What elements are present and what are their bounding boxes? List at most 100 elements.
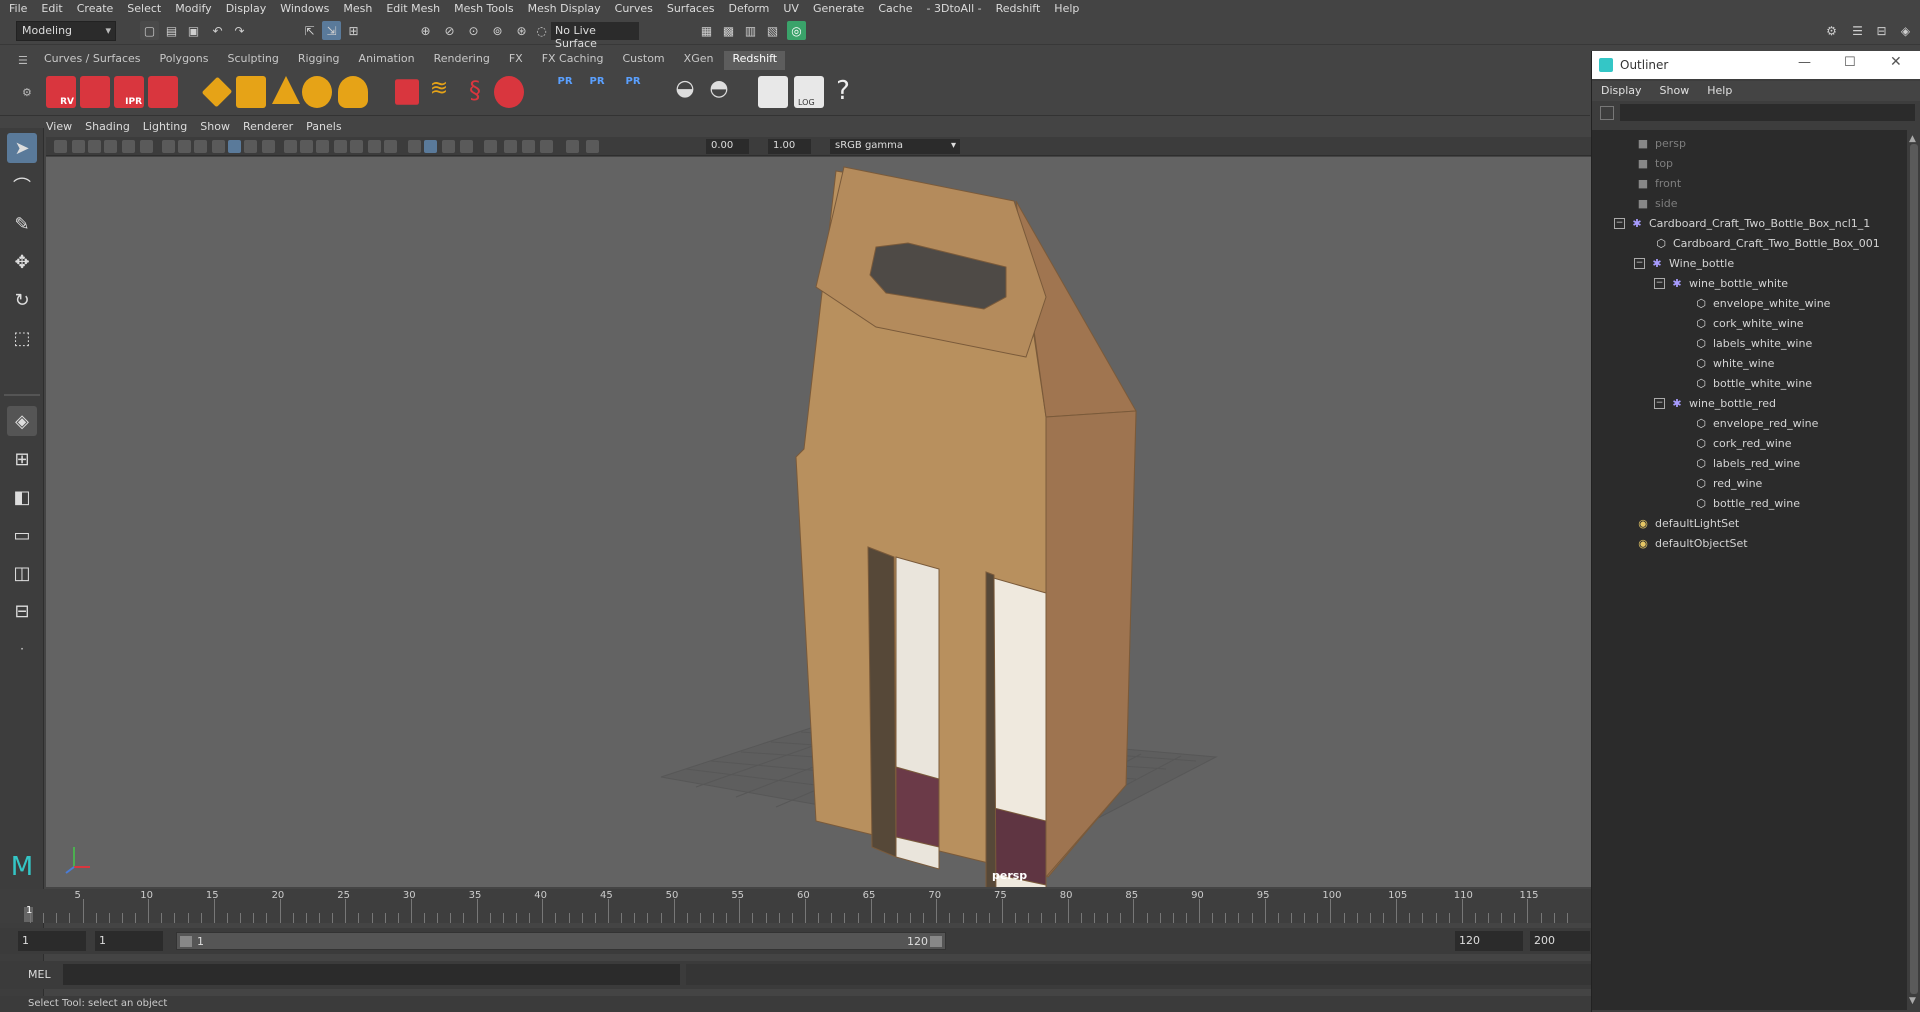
menu-modify[interactable]: Modify — [175, 2, 211, 15]
maximize-icon[interactable]: ☐ — [1844, 55, 1856, 70]
menu-edit[interactable]: Edit — [41, 2, 62, 15]
hypershade-layout-icon[interactable]: ⊟ — [7, 596, 37, 626]
render-settings-icon[interactable]: ▧ — [763, 21, 782, 40]
panel-tool-icon-3[interactable] — [88, 140, 101, 153]
menu-deform[interactable]: Deform — [728, 2, 769, 15]
scroll-down-icon[interactable]: ▼ — [1909, 996, 1916, 1006]
shelf-tab-fx[interactable]: FX — [501, 51, 531, 70]
outliner-scrollbar[interactable]: ▲ ▼ — [1907, 130, 1920, 1010]
panel-menu-renderer[interactable]: Renderer — [243, 120, 293, 136]
outliner-item-red-wine[interactable]: ⬡ red_wine — [1694, 474, 1762, 492]
log-icon[interactable]: LOG — [794, 76, 824, 108]
outliner-menu-display[interactable]: Display — [1601, 81, 1642, 101]
shelf-tab-polygons[interactable]: Polygons — [152, 51, 217, 70]
panel-menu-show[interactable]: Show — [200, 120, 230, 136]
panel-tool-icon-6[interactable] — [140, 140, 153, 153]
outliner-item-envelope-white-wine[interactable]: ⬡ envelope_white_wine — [1694, 294, 1830, 312]
attribute-editor-icon[interactable]: ⊟ — [1872, 21, 1891, 40]
collapse-icon[interactable]: − — [1634, 257, 1645, 269]
panel-tool-icon-19[interactable] — [368, 140, 381, 153]
panel-tool-icon-22[interactable] — [424, 140, 437, 153]
menu-help[interactable]: Help — [1054, 2, 1079, 15]
panel-tool-icon-24[interactable] — [460, 140, 473, 153]
collapse-icon[interactable]: − — [1654, 277, 1665, 289]
command-input[interactable] — [63, 964, 680, 985]
snap-plane-icon[interactable]: ⊚ — [488, 21, 507, 40]
panel-menu-panels[interactable]: Panels — [306, 120, 341, 136]
pr-transfer-icon[interactable]: PR — [618, 76, 648, 108]
outliner-item-wine-bottle-white[interactable]: − ✱ wine_bottle_white — [1654, 274, 1788, 292]
scroll-thumb[interactable] — [1910, 144, 1918, 994]
snap-grid-icon[interactable]: ⊕ — [416, 21, 435, 40]
collapse-icon[interactable]: − — [1654, 397, 1665, 409]
redshift-curve-icon[interactable]: § — [460, 76, 490, 108]
start-time-field[interactable]: 1 — [18, 931, 86, 951]
panel-tool-icon-17[interactable] — [334, 140, 347, 153]
panel-tool-icon-11[interactable] — [228, 140, 241, 153]
outliner-item-bottle-white-wine[interactable]: ⬡ bottle_white_wine — [1694, 374, 1812, 392]
snap-curve-icon[interactable]: ⊘ — [440, 21, 459, 40]
shelf-tab-custom[interactable]: Custom — [615, 51, 673, 70]
layout-more-icon[interactable]: · — [7, 634, 37, 664]
outliner-search-input[interactable] — [1620, 104, 1915, 121]
code-icon[interactable] — [758, 76, 788, 108]
outliner-item-wine-bottle[interactable]: − ✱ Wine_bottle — [1634, 254, 1734, 272]
menu-generate[interactable]: Generate — [813, 2, 864, 15]
time-slider[interactable]: 1 5 10 15 20 25 30 35 40 45 50 55 60 65 70 75 80 85 90 95 1… — [0, 889, 1591, 923]
bowl-settings-icon[interactable]: ◓ — [704, 76, 734, 108]
menu-windows[interactable]: Windows — [280, 2, 329, 15]
pr-export-icon[interactable]: PR — [582, 76, 612, 108]
select-tool-icon[interactable]: ➤ — [7, 133, 37, 163]
select-by-object-icon[interactable]: ⇲ — [322, 21, 341, 40]
live-surface-field[interactable]: No Live Surface — [551, 22, 639, 50]
range-start-handle[interactable] — [180, 936, 192, 947]
persp-viewport[interactable]: persp — [46, 157, 1591, 887]
outliner-item-cardboard-craft-two-bottle-box-001[interactable]: ⬡ Cardboard_Craft_Two_Bottle_Box_001 — [1654, 234, 1880, 252]
redshift-render-icon[interactable] — [80, 76, 110, 108]
ipr-render-icon[interactable]: ▥ — [741, 21, 760, 40]
redshift-proxy-icon[interactable] — [201, 76, 233, 108]
persp-outliner-icon[interactable]: ▭ — [7, 520, 37, 550]
colorspace-dropdown[interactable]: sRGB gamma ▾ — [830, 139, 960, 154]
playback-start-field[interactable]: 1 — [95, 931, 163, 951]
redshift-grid-icon[interactable] — [236, 76, 266, 108]
outliner-item-cardboard-craft-two-bottle-box-ncl1-1[interactable]: − ✱ Cardboard_Craft_Two_Bottle_Box_ncl1_1 — [1614, 214, 1870, 232]
range-end-handle[interactable] — [930, 936, 942, 947]
channel-box-icon[interactable]: ◈ — [1896, 21, 1915, 40]
redshift-material-icon[interactable] — [395, 79, 419, 105]
outliner-item-cork-white-wine[interactable]: ⬡ cork_white_wine — [1694, 314, 1803, 332]
outliner-item-white-wine[interactable]: ⬡ white_wine — [1694, 354, 1774, 372]
persp-graph-icon[interactable]: ◫ — [7, 558, 37, 588]
range-slider[interactable]: 1 120 — [176, 932, 946, 950]
four-view-icon[interactable]: ⊞ — [7, 444, 37, 474]
shelf-tab-rigging[interactable]: Rigging — [290, 51, 348, 70]
select-by-hierarchy-icon[interactable]: ⇱ — [300, 21, 319, 40]
bowl-icon[interactable]: ◒ — [670, 76, 700, 108]
redshift-rv-icon[interactable]: RV — [46, 76, 76, 108]
snap-point-icon[interactable]: ⊙ — [464, 21, 483, 40]
shelf-menu-icon[interactable]: ☰ — [18, 54, 30, 67]
gamma-field[interactable]: 1.00 — [768, 139, 811, 154]
help-icon[interactable]: ? — [828, 76, 858, 108]
redshift-light-icon[interactable] — [272, 76, 300, 104]
pr-object-icon[interactable]: PR — [550, 76, 580, 108]
two-view-icon[interactable]: ◧ — [7, 482, 37, 512]
panel-tool-icon-29[interactable] — [566, 140, 579, 153]
collapse-icon[interactable]: − — [1614, 217, 1625, 229]
redo-icon[interactable]: ↷ — [230, 21, 249, 40]
new-scene-icon[interactable]: ▢ — [140, 21, 159, 40]
panel-tool-icon-23[interactable] — [442, 140, 455, 153]
outliner-toggle-icon[interactable]: ☰ — [1848, 21, 1867, 40]
outliner-item-cork-red-wine[interactable]: ⬡ cork_red_wine — [1694, 434, 1791, 452]
panel-tool-icon-21[interactable] — [408, 140, 421, 153]
shelf-tab-fx-caching[interactable]: FX Caching — [534, 51, 612, 70]
outliner-item-labels-red-wine[interactable]: ⬡ labels_red_wine — [1694, 454, 1800, 472]
panel-tool-icon-4[interactable] — [104, 140, 117, 153]
panel-tool-icon-5[interactable] — [122, 140, 135, 153]
scroll-up-icon[interactable]: ▲ — [1909, 134, 1916, 144]
outliner-item-defaultobjectset[interactable]: ◉ defaultObjectSet — [1636, 534, 1747, 552]
redshift-sphere-icon[interactable] — [494, 76, 524, 108]
move-tool-icon[interactable]: ✥ — [7, 247, 37, 277]
outliner-item-envelope-red-wine[interactable]: ⬡ envelope_red_wine — [1694, 414, 1818, 432]
outliner-menu-show[interactable]: Show — [1660, 81, 1690, 101]
